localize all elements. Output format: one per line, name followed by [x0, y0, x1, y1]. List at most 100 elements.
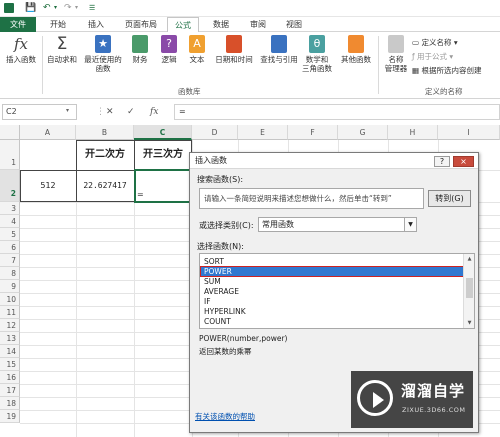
row-header-18[interactable]: 18 — [0, 397, 20, 410]
column-header-g[interactable]: G — [338, 125, 388, 140]
tab-file[interactable]: 文件 — [0, 17, 36, 32]
tab-review[interactable]: 审阅 — [242, 17, 274, 32]
cell-c2[interactable]: = — [137, 189, 144, 201]
search-function-input[interactable]: 请输入一条简短说明来描述您想做什么，然后单击“转到” — [199, 188, 424, 209]
function-signature: POWER(number,power) — [199, 334, 288, 343]
title-bar: 💾 ↶ ▾ ↷ ▾ ☰ — [0, 0, 500, 17]
create-from-selection-button[interactable]: ▦ 根据所选内容创建 — [412, 66, 481, 76]
column-header-i[interactable]: I — [438, 125, 500, 140]
column-header-d[interactable]: D — [192, 125, 238, 140]
tab-page-layout[interactable]: 页面布局 — [117, 17, 165, 32]
column-header-f[interactable]: F — [288, 125, 338, 140]
column-header-h[interactable]: H — [388, 125, 438, 140]
insert-function-button[interactable]: fx 插入函数 — [3, 35, 39, 64]
go-button[interactable]: 转到(G) — [428, 190, 471, 207]
scrollbar-thumb[interactable] — [466, 278, 473, 298]
save-icon[interactable]: 💾 — [25, 2, 36, 14]
name-manager-button[interactable]: 名称 管理器 — [381, 35, 411, 73]
enter-icon[interactable]: ✓ — [127, 104, 135, 120]
function-item[interactable]: SUM — [201, 277, 463, 286]
row-header-13[interactable]: 13 — [0, 332, 20, 345]
undo-dropdown-icon[interactable]: ▾ — [54, 2, 57, 14]
row-header-6[interactable]: 6 — [0, 241, 20, 254]
function-item[interactable]: SORT — [201, 257, 463, 266]
customize-quick-access-icon[interactable]: ☰ — [89, 2, 95, 14]
row-header-7[interactable]: 7 — [0, 254, 20, 267]
dialog-help-button[interactable]: ? — [434, 156, 450, 167]
define-name-button[interactable]: ▭ 定义名称 ▾ — [412, 38, 458, 48]
row-header-2[interactable]: 2 — [0, 170, 20, 202]
function-description: 返回某数的乘幂 — [199, 347, 252, 356]
cell-b1[interactable]: 开二次方 — [76, 149, 134, 161]
financial-button[interactable]: 财务 — [127, 35, 153, 64]
cell-b2[interactable]: 22.627417 — [76, 180, 134, 192]
tab-formulas[interactable]: 公式 — [167, 17, 199, 33]
row-header-19[interactable]: 19 — [0, 410, 20, 423]
select-all-corner[interactable] — [0, 125, 20, 140]
logical-button[interactable]: ? 逻辑 — [156, 35, 182, 64]
function-list-scrollbar[interactable]: ▲ ▼ — [463, 254, 474, 328]
column-header-e[interactable]: E — [238, 125, 288, 140]
more-functions-button[interactable]: 其他函数 — [338, 35, 374, 64]
function-item[interactable]: COUNT — [201, 317, 463, 326]
row-header-16[interactable]: 16 — [0, 371, 20, 384]
row-header-15[interactable]: 15 — [0, 358, 20, 371]
lookup-reference-button[interactable]: 查找与引用 — [257, 35, 301, 64]
text-button[interactable]: A 文本 — [184, 35, 210, 64]
cell-c1[interactable]: 开三次方 — [134, 149, 192, 161]
autosum-button[interactable]: Σ 自动求和 — [44, 35, 80, 64]
tab-view[interactable]: 视图 — [278, 17, 310, 32]
more-functions-icon — [348, 35, 364, 53]
tab-data[interactable]: 数据 — [205, 17, 237, 32]
column-header-a[interactable]: A — [20, 125, 76, 140]
function-item-selected[interactable]: POWER — [200, 266, 464, 277]
function-item[interactable]: AVERAGE — [201, 287, 463, 296]
function-item[interactable]: IF — [201, 297, 463, 306]
use-in-formula-button[interactable]: ƒ 用于公式 ▾ — [412, 52, 453, 62]
row-header-4[interactable]: 4 — [0, 215, 20, 228]
row-header-9[interactable]: 9 — [0, 280, 20, 293]
cell-a2[interactable]: 512 — [20, 180, 76, 192]
tab-home[interactable]: 开始 — [42, 17, 74, 32]
tab-insert[interactable]: 插入 — [80, 17, 112, 32]
undo-icon[interactable]: ↶ — [43, 2, 51, 14]
function-help-link[interactable]: 有关该函数的帮助 — [195, 411, 255, 422]
sigma-icon: Σ — [56, 34, 68, 54]
row-header-10[interactable]: 10 — [0, 293, 20, 306]
column-header-c[interactable]: C — [134, 125, 192, 140]
date-time-button[interactable]: 日期和时间 — [212, 35, 256, 64]
cancel-icon[interactable]: ✕ — [106, 104, 114, 120]
row-header-14[interactable]: 14 — [0, 345, 20, 358]
question-icon: ? — [161, 35, 177, 53]
ribbon-formulas: fx 插入函数 Σ 自动求和 ★ 最近使用的 函数 财务 ? 逻辑 A 文本 日… — [0, 32, 500, 99]
redo-dropdown-icon[interactable]: ▾ — [75, 2, 78, 14]
lookup-icon — [271, 35, 287, 53]
formula-input[interactable]: = — [174, 104, 500, 120]
row-header-3[interactable]: 3 — [0, 202, 20, 215]
watermark-subtitle: ZIXUE.3D66.COM — [402, 406, 466, 414]
search-function-label: 搜索函数(S): — [197, 175, 244, 184]
recently-used-button[interactable]: ★ 最近使用的 函数 — [80, 35, 126, 73]
play-icon — [373, 392, 384, 408]
function-item[interactable]: HYPERLINK — [201, 307, 463, 316]
scroll-down-icon[interactable]: ▼ — [464, 318, 474, 328]
row-header-5[interactable]: 5 — [0, 228, 20, 241]
math-trig-button[interactable]: θ 数学和 三角函数 — [298, 35, 336, 73]
category-dropdown-icon[interactable]: ▼ — [404, 218, 416, 231]
redo-icon[interactable]: ↷ — [64, 2, 72, 14]
watermark: 溜溜自学 ZIXUE.3D66.COM — [351, 371, 473, 428]
column-header-b[interactable]: B — [76, 125, 134, 140]
row-header-8[interactable]: 8 — [0, 267, 20, 280]
text-a-icon: A — [189, 35, 205, 53]
function-list[interactable]: SORT POWER SUM AVERAGE IF HYPERLINK COUN… — [199, 253, 475, 329]
row-header-1[interactable]: 1 — [0, 140, 20, 170]
dialog-close-button[interactable]: × — [453, 156, 474, 167]
financial-icon — [132, 35, 148, 53]
category-select[interactable]: 常用函数 ▼ — [258, 217, 417, 232]
row-header-11[interactable]: 11 — [0, 306, 20, 319]
row-header-17[interactable]: 17 — [0, 384, 20, 397]
fx-insert-icon[interactable]: fx — [150, 104, 158, 120]
name-box-dropdown-icon[interactable]: ▾ — [66, 107, 69, 114]
scroll-up-icon[interactable]: ▲ — [464, 254, 474, 264]
row-header-12[interactable]: 12 — [0, 319, 20, 332]
